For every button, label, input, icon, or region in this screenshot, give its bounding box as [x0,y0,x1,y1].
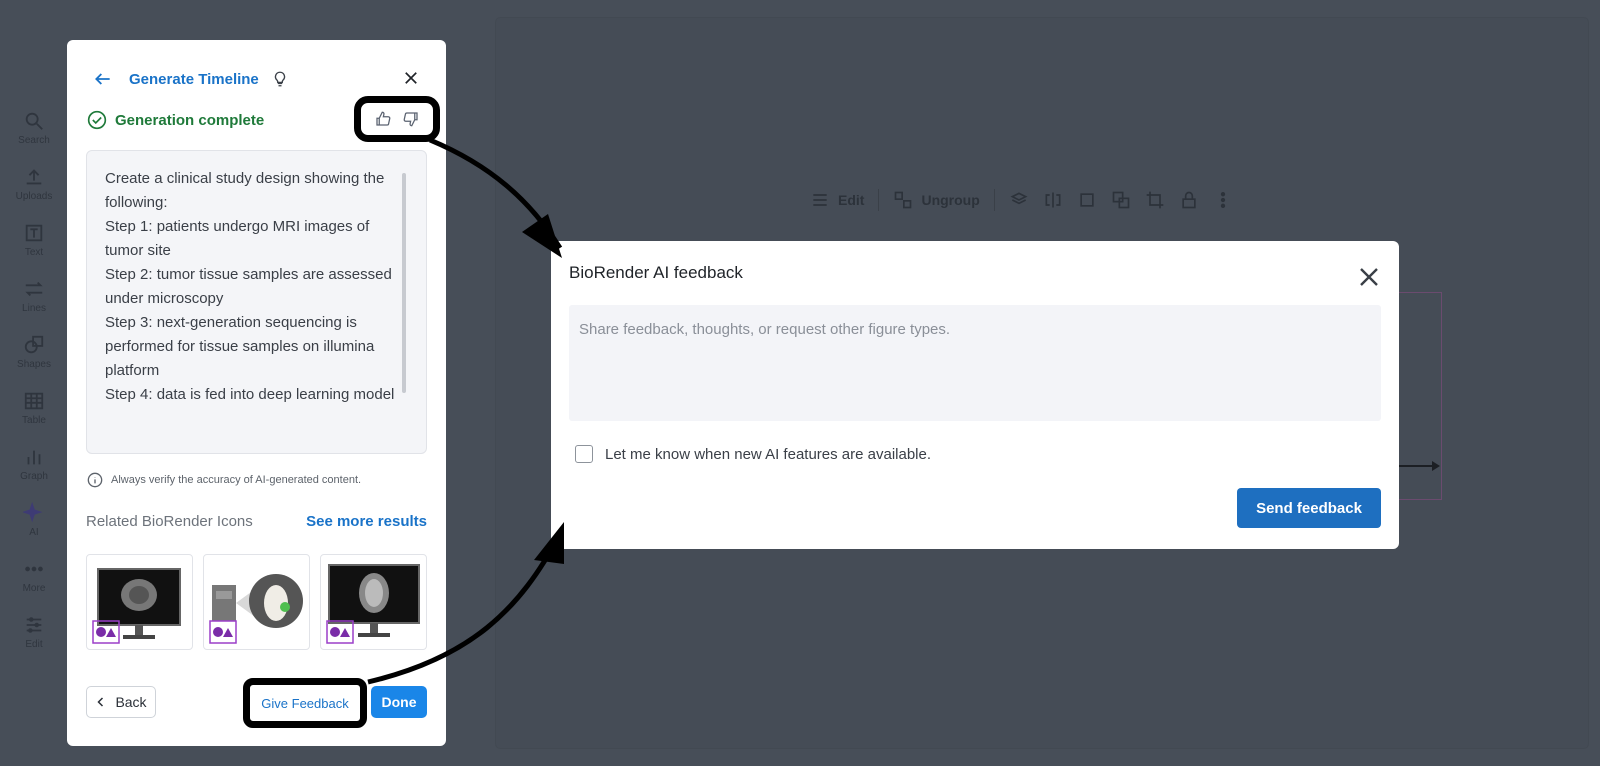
text-icon [25,224,43,242]
flip-icon[interactable] [1043,190,1063,210]
sliders-icon [813,194,827,206]
edit-tool-button[interactable]: Edit [810,190,864,210]
graph-icon [27,450,41,465]
panel-header: Generate Timeline [93,64,420,94]
feedback-textarea[interactable] [569,305,1381,421]
dialog-title: BioRender AI feedback [569,263,743,282]
rail-item-more[interactable]: More [0,548,68,604]
generation-status-text: Generation complete [115,111,265,129]
thumbs-up-icon[interactable] [374,110,392,128]
sparkle-icon [23,502,43,523]
generate-timeline-panel: Generate Timeline Generation complete Cr… [67,40,446,746]
duplicate-icon[interactable] [1111,190,1131,210]
rail-item-shapes[interactable]: Shapes [0,324,68,380]
ungroup-button[interactable]: Ungroup [893,190,980,210]
chevron-left-icon [97,697,104,707]
rail-item-label: AI [29,527,39,538]
rail-item-label: More [22,583,46,594]
feedback-dialog: BioRender AI feedback Let me know when n… [551,241,1399,549]
rail-item-label: Table [22,415,46,426]
icon-card-mouse-imaging[interactable] [203,554,310,650]
layers-icon[interactable] [1009,190,1029,210]
context-toolbar: Edit Ungroup [796,178,1276,222]
rail-item-label: Search [18,135,50,146]
rail-item-search[interactable]: Search [0,100,68,156]
sliders-icon [26,617,42,633]
rail-item-label: Lines [22,303,46,314]
check-circle-icon [87,110,107,130]
ungroup-label: Ungroup [921,192,980,208]
prompt-scrollbar[interactable] [402,173,406,393]
back-button-label: Back [115,694,147,710]
ai-features-checkbox[interactable] [575,445,593,463]
see-more-results-link[interactable]: See more results [306,513,427,530]
tool-rail: Search Uploads Text Lines Shapes Table G… [0,100,68,660]
rail-item-label: Graph [20,471,48,482]
icon-card-brain-monitor[interactable] [86,554,193,650]
back-arrow-icon[interactable] [93,69,113,89]
ai-features-checkbox-label: Let me know when new AI features are ava… [605,445,932,463]
thumbs-down-icon[interactable] [402,110,420,128]
back-button[interactable]: Back [86,686,156,718]
panel-title: Generate Timeline [129,70,259,88]
panel-footer: Back Give Feedback Done [86,678,427,728]
close-icon[interactable] [402,69,420,87]
table-icon [24,392,44,410]
rail-item-label: Edit [25,639,43,650]
rail-item-uploads[interactable]: Uploads [0,156,68,212]
related-icons-grid [86,554,427,650]
toolbar-divider [993,189,995,211]
transform-icon[interactable] [1077,190,1097,210]
upload-icon [26,169,42,185]
mri-monitor-icon [326,564,420,644]
brain-monitor-icon [92,568,181,644]
more-icon [25,566,43,572]
edit-tool-label: Edit [838,192,865,208]
rail-item-lines[interactable]: Lines [0,268,68,324]
rail-item-label: Text [24,247,44,258]
prompt-text: Create a clinical study design showing t… [105,170,395,403]
close-icon[interactable] [1357,265,1381,289]
ungroup-icon [895,191,912,209]
lines-icon [25,281,43,297]
toolbar-divider [878,189,880,211]
generation-status: Generation complete [87,110,264,130]
give-feedback-button[interactable]: Give Feedback [243,678,367,728]
send-feedback-button[interactable]: Send feedback [1237,488,1381,528]
rail-item-text[interactable]: Text [0,212,68,268]
info-icon [87,472,103,488]
verify-note-text: Always verify the accuracy of AI-generat… [111,474,362,486]
verify-note: Always verify the accuracy of AI-generat… [87,472,361,488]
shapes-icon [24,335,44,354]
crop-icon[interactable] [1145,190,1165,210]
icon-card-mri-monitor[interactable] [320,554,427,650]
rail-item-label: Shapes [17,359,51,370]
search-icon [25,112,43,130]
rail-item-label: Uploads [15,191,53,202]
done-button[interactable]: Done [371,686,427,718]
rail-item-edit[interactable]: Edit [0,604,68,660]
ai-features-checkbox-row[interactable]: Let me know when new AI features are ava… [575,445,931,463]
lightbulb-icon[interactable] [271,70,289,88]
prompt-textbox[interactable]: Create a clinical study design showing t… [86,150,427,454]
related-icons-header: Related BioRender Icons See more results [86,513,427,530]
related-icons-label: Related BioRender Icons [86,513,253,530]
rail-item-graph[interactable]: Graph [0,436,68,492]
rail-item-table[interactable]: Table [0,380,68,436]
rating-buttons-highlight [354,96,440,142]
mouse-imaging-icon [209,574,303,644]
more-vertical-icon[interactable] [1213,190,1233,210]
rail-item-ai[interactable]: AI [0,492,68,548]
lock-icon[interactable] [1179,190,1199,210]
